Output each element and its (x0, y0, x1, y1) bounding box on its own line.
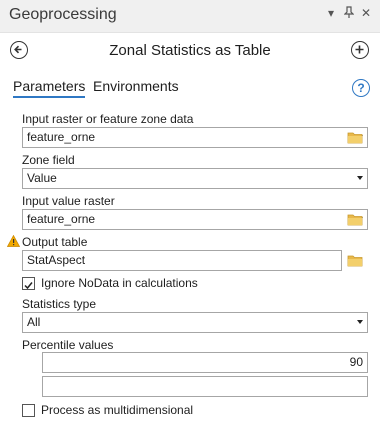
output-table-input[interactable]: StatAspect (22, 250, 342, 271)
tool-title: Zonal Statistics as Table (109, 42, 271, 59)
output-table-value: StatAspect (27, 253, 86, 267)
zone-field-value: Value (27, 171, 57, 185)
tab-parameters[interactable]: Parameters (13, 78, 86, 98)
zone-field-dropdown[interactable]: Value (22, 168, 368, 189)
tab-environments[interactable]: Environments (93, 78, 179, 94)
help-icon[interactable]: ? (352, 79, 370, 97)
multidimensional-label: Process as multidimensional (41, 403, 194, 417)
multidimensional-checkbox[interactable] (22, 404, 35, 417)
zone-data-value: feature_orne (27, 130, 96, 144)
percentile-value-input[interactable]: 90 (42, 352, 368, 373)
pane-title: Geoprocessing (9, 6, 117, 23)
output-table-label: Output table (22, 235, 88, 249)
statistics-type-label: Statistics type (22, 297, 97, 311)
folder-icon[interactable] (347, 212, 363, 226)
zone-field-label: Zone field (22, 153, 75, 167)
chevron-down-icon (357, 176, 363, 180)
value-raster-label: Input value raster (22, 194, 115, 208)
folder-icon[interactable] (347, 130, 363, 144)
folder-icon[interactable] (347, 253, 363, 267)
checkmark-icon (24, 282, 33, 290)
add-button[interactable] (351, 41, 369, 59)
percentile-values-label: Percentile values (22, 338, 114, 352)
plus-icon (355, 45, 364, 54)
zone-data-label: Input raster or feature zone data (22, 112, 194, 126)
ignore-nodata-label: Ignore NoData in calculations (41, 276, 198, 290)
ignore-nodata-checkbox[interactable] (22, 277, 35, 290)
pane-titlebar: Geoprocessing ▾ ✕ (0, 0, 380, 33)
percentile-value-input-empty[interactable] (42, 376, 368, 397)
value-raster-value: feature_orne (27, 212, 96, 226)
pin-icon[interactable] (343, 6, 355, 21)
statistics-type-dropdown[interactable]: All (22, 312, 368, 333)
value-raster-dropdown[interactable]: feature_orne (22, 209, 368, 230)
warning-icon (7, 235, 20, 247)
close-icon[interactable]: ✕ (361, 6, 371, 20)
statistics-type-value: All (27, 315, 41, 329)
zone-data-dropdown[interactable]: feature_orne (22, 127, 368, 148)
pane-options-dropdown-icon[interactable]: ▾ (328, 6, 334, 20)
chevron-down-icon (357, 320, 363, 324)
